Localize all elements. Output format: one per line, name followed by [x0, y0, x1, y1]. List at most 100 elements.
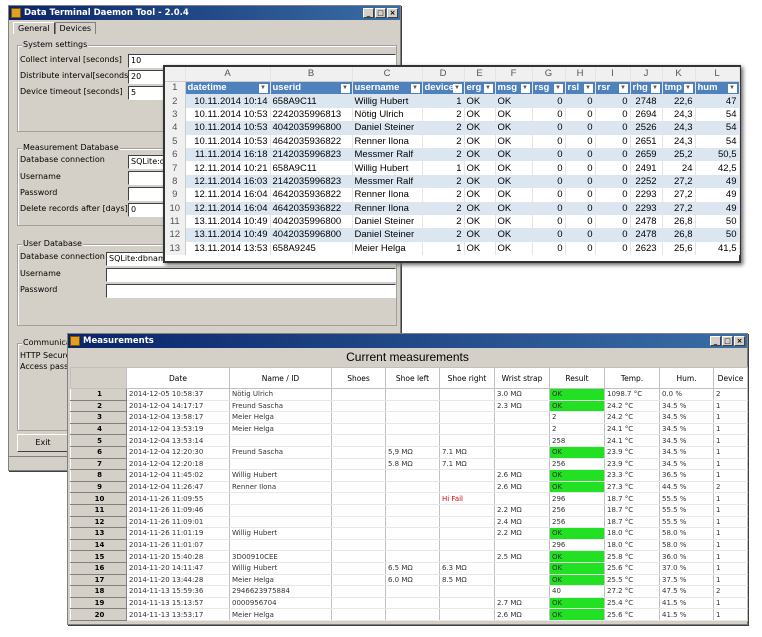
cell-rsl[interactable]: 0: [565, 214, 596, 229]
row-number[interactable]: 12: [165, 228, 186, 242]
cell-username[interactable]: Meier Helga: [352, 241, 423, 256]
cell-erg[interactable]: OK: [464, 228, 496, 242]
cell-rsg[interactable]: 0: [532, 241, 566, 256]
filter-dropdown-icon[interactable]: ▼: [583, 84, 593, 94]
header-cell[interactable]: ▼ rsg: [532, 81, 566, 95]
cell-datetime[interactable]: 10.11.2014 10:53: [185, 107, 271, 122]
cell-datetime[interactable]: 10.11.2014 10:53: [185, 134, 271, 148]
row-number[interactable]: 6: [70, 445, 127, 459]
cell-datetime[interactable]: 13.11.2014 10:49: [185, 214, 271, 229]
cell-msg[interactable]: OK: [495, 161, 533, 175]
cell-tmp[interactable]: 26,8: [662, 214, 696, 229]
cell-rsr[interactable]: 0: [595, 188, 631, 202]
table-row[interactable]: 16 2014-11-20 14:11:47 Willig Hubert 6.5 MΩ…: [70, 561, 748, 575]
row-number[interactable]: 5: [165, 134, 186, 148]
cell-device[interactable]: 2: [422, 134, 465, 148]
select-all-corner[interactable]: [165, 67, 186, 82]
cell-userid[interactable]: 4642035936822: [270, 201, 353, 215]
filter-dropdown-icon[interactable]: ▼: [483, 84, 493, 94]
table-row[interactable]: 1 2014-12-05 10:58:37 Nötig Ulrich 3.0 MΩ OK…: [70, 388, 748, 401]
row-number[interactable]: 12: [70, 515, 127, 529]
row-number[interactable]: 20: [70, 608, 127, 621]
cell-rsl[interactable]: 0: [565, 94, 596, 108]
column-header[interactable]: [70, 367, 127, 389]
cell-rhg[interactable]: 2694: [630, 107, 663, 122]
cell-tmp[interactable]: 25,6: [662, 241, 696, 256]
cell-tmp[interactable]: 26,8: [662, 228, 696, 242]
cell-hum[interactable]: 54: [695, 107, 740, 122]
user-username-input[interactable]: [106, 268, 396, 282]
cell-username[interactable]: Willig Hubert: [352, 161, 423, 175]
cell-userid[interactable]: 2242035996813: [270, 107, 353, 122]
cell-device[interactable]: 2: [422, 147, 465, 162]
cell-username[interactable]: Messmer Ralf: [352, 174, 423, 189]
column-header[interactable]: Shoe right: [439, 367, 495, 389]
cell-userid[interactable]: 4042035996800: [270, 214, 353, 229]
cell-erg[interactable]: OK: [464, 174, 496, 189]
cell-datetime[interactable]: 10.11.2014 10:53: [185, 121, 271, 135]
cell-rsg[interactable]: 0: [532, 94, 566, 108]
cell-rsl[interactable]: 0: [565, 228, 596, 242]
main-title-bar[interactable]: Data Terminal Daemon Tool - 2.0.4 _ □ ×: [9, 6, 400, 20]
cell-rhg[interactable]: 2659: [630, 147, 663, 162]
cell-userid[interactable]: 2142035996823: [270, 174, 353, 189]
table-row[interactable]: 2 2014-12-04 14:17:17 Freund Sascha 2.3 MΩ O…: [70, 399, 748, 413]
cell-username[interactable]: Renner Ilona: [352, 201, 423, 215]
filter-dropdown-icon[interactable]: ▼: [618, 84, 628, 94]
column-letter[interactable]: K: [662, 67, 696, 82]
row-number[interactable]: 15: [70, 550, 127, 563]
cell-erg[interactable]: OK: [464, 214, 496, 229]
cell-rhg[interactable]: 2293: [630, 201, 663, 215]
cell-tmp[interactable]: 25,2: [662, 147, 696, 162]
cell-msg[interactable]: OK: [495, 188, 533, 202]
cell-rsg[interactable]: 0: [532, 161, 566, 175]
column-letter[interactable]: G: [532, 67, 566, 82]
header-cell[interactable]: ▼ userid: [270, 81, 353, 95]
cell-userid[interactable]: 658A9C11: [270, 94, 353, 108]
minimize-icon[interactable]: _: [363, 8, 374, 18]
cell-rsl[interactable]: 0: [565, 188, 596, 202]
row-number[interactable]: 8: [70, 469, 127, 482]
cell-rsg[interactable]: 0: [532, 214, 566, 229]
cell-msg[interactable]: OK: [495, 228, 533, 242]
cell-tmp[interactable]: 24,3: [662, 121, 696, 135]
cell-rhg[interactable]: 2293: [630, 188, 663, 202]
cell-datetime[interactable]: 13.11.2014 13:53: [185, 241, 271, 256]
cell-erg[interactable]: OK: [464, 134, 496, 148]
maximize-icon[interactable]: □: [722, 336, 733, 346]
row-number[interactable]: 2: [165, 94, 186, 108]
cell-datetime[interactable]: 11.11.2014 16:18: [185, 147, 271, 162]
table-row[interactable]: 18 2014-11-13 15:59:36 2946623975884 40 27.2…: [70, 585, 748, 598]
row-number[interactable]: 6: [165, 147, 186, 162]
cell-tmp[interactable]: 24: [662, 161, 696, 175]
cell-rsg[interactable]: 0: [532, 134, 566, 148]
cell-device[interactable]: 2: [422, 214, 465, 229]
cell-msg[interactable]: OK: [495, 174, 533, 189]
column-header[interactable]: Hum.: [659, 367, 714, 389]
header-cell[interactable]: ▼ erg: [464, 81, 496, 95]
row-number[interactable]: 1: [70, 388, 127, 401]
column-header[interactable]: Shoe left: [385, 367, 440, 389]
table-row[interactable]: 3 2014-12-04 13:58:17 Meier Helga 2 24.2 °C 3…: [70, 411, 748, 424]
table-row[interactable]: 4 2014-12-04 13:53:19 Meier Helga 2 24.1 °C 3…: [70, 422, 748, 436]
column-letter[interactable]: E: [464, 67, 496, 82]
row-number[interactable]: 7: [70, 457, 127, 471]
row-number[interactable]: 16: [70, 561, 127, 575]
cell-rsl[interactable]: 0: [565, 121, 596, 135]
cell-rsl[interactable]: 0: [565, 174, 596, 189]
cell-rhg[interactable]: 2748: [630, 94, 663, 108]
cell-msg[interactable]: OK: [495, 121, 533, 135]
column-header[interactable]: Temp.: [604, 367, 660, 389]
cell-rsg[interactable]: 0: [532, 228, 566, 242]
table-row[interactable]: 8 2014-12-04 11:45:02 Willig Hubert 2.6 MΩ O…: [70, 469, 748, 482]
column-header[interactable]: Shoes: [331, 367, 386, 389]
column-header[interactable]: Date: [126, 367, 230, 389]
filter-dropdown-icon[interactable]: ▼: [410, 84, 420, 94]
table-row[interactable]: 19 2014-11-13 15:13:57 0000956704 2.7 MΩ OK 2…: [70, 596, 748, 610]
column-letter[interactable]: L: [695, 67, 740, 82]
cell-msg[interactable]: OK: [495, 107, 533, 122]
cell-device[interactable]: 1: [422, 161, 465, 175]
cell-userid[interactable]: 658A9245: [270, 241, 353, 256]
cell-msg[interactable]: OK: [495, 134, 533, 148]
cell-userid[interactable]: 4642035936822: [270, 134, 353, 148]
